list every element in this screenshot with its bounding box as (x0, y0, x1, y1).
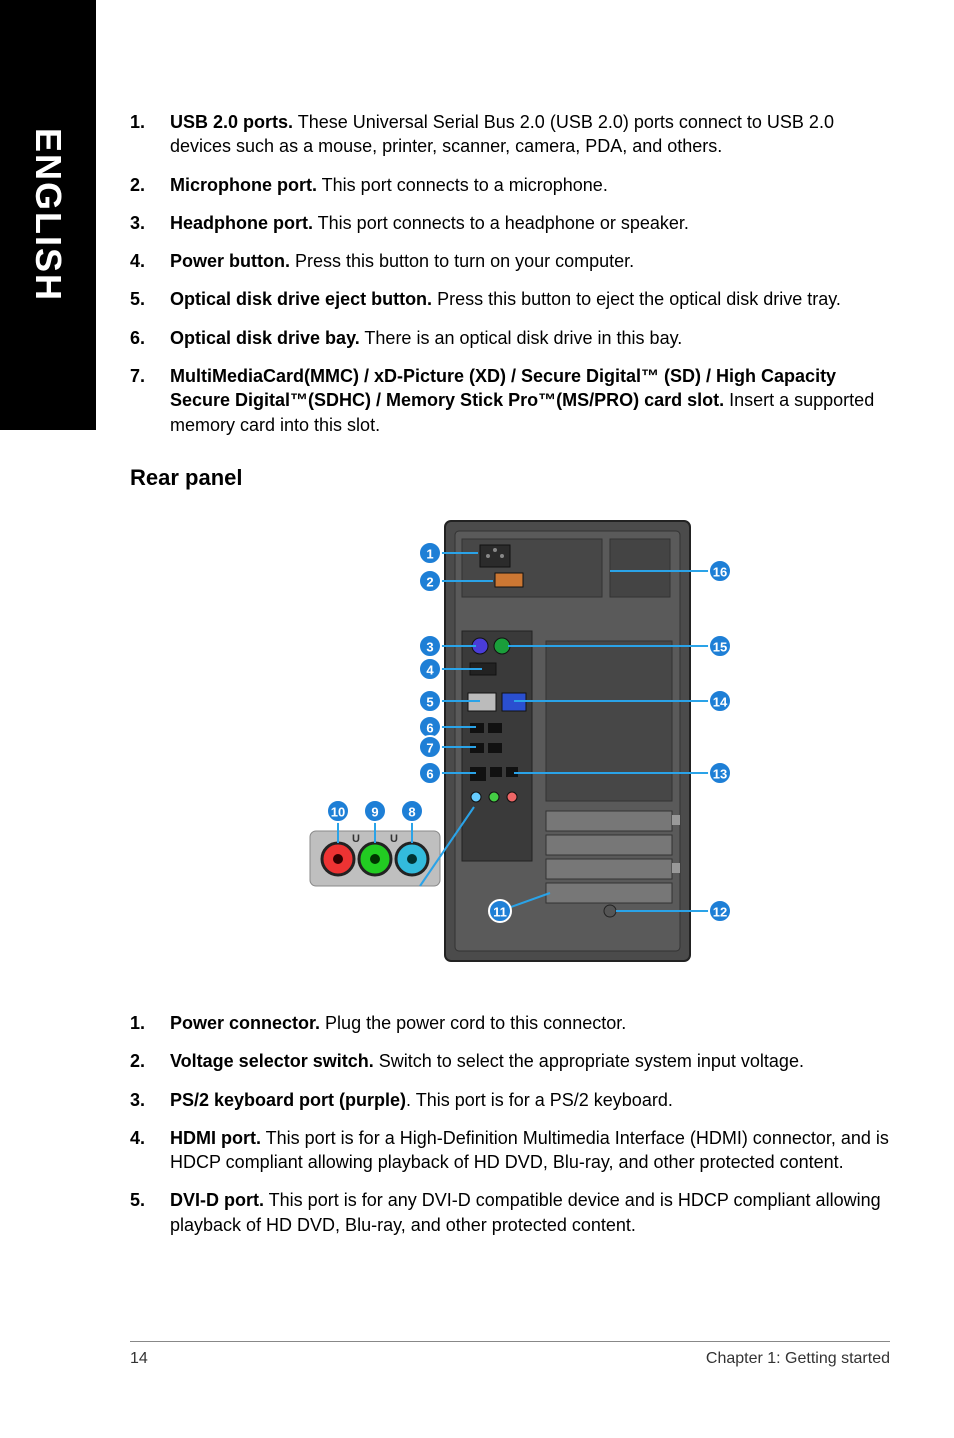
list-body: Optical disk drive eject button. Press t… (170, 287, 890, 311)
page-content: 1.USB 2.0 ports. These Universal Serial … (130, 110, 890, 1251)
list-term: Power connector. (170, 1013, 320, 1033)
front-panel-item: 2.Microphone port. This port connects to… (130, 173, 890, 197)
language-tab: ENGLISH (0, 0, 96, 430)
rear-panel-diagram: U U 12345676109811 1615141312 (250, 511, 770, 981)
front-panel-item: 7.MultiMediaCard(MMC) / xD-Picture (XD) … (130, 364, 890, 437)
list-description: Switch to select the appropriate system … (374, 1051, 804, 1071)
list-number: 2. (130, 1049, 170, 1073)
callout-14-right-2-label: 14 (713, 694, 728, 709)
list-term: Power button. (170, 251, 290, 271)
list-description: . This port is for a PS/2 keyboard. (406, 1090, 673, 1110)
rear-panel-item: 4.HDMI port. This port is for a High-Def… (130, 1126, 890, 1175)
list-body: Microphone port. This port connects to a… (170, 173, 890, 197)
list-term: USB 2.0 ports. (170, 112, 293, 132)
list-term: DVI-D port. (170, 1190, 264, 1210)
callout-12-right-4-label: 12 (713, 904, 727, 919)
list-body: Headphone port. This port connects to a … (170, 211, 890, 235)
list-body: MultiMediaCard(MMC) / xD-Picture (XD) / … (170, 364, 890, 437)
rear-panel-item: 5.DVI-D port. This port is for any DVI-D… (130, 1188, 890, 1237)
rear-panel-list: 1.Power connector. Plug the power cord t… (130, 1011, 890, 1237)
language-tab-text: ENGLISH (27, 128, 69, 302)
list-number: 3. (130, 211, 170, 235)
front-panel-item: 5.Optical disk drive eject button. Press… (130, 287, 890, 311)
front-panel-item: 4.Power button. Press this button to tur… (130, 249, 890, 273)
page-footer: 14 Chapter 1: Getting started (130, 1341, 890, 1368)
audio-label-2: U (390, 833, 398, 845)
list-description: This port is for any DVI-D compatible de… (170, 1190, 881, 1234)
front-panel-item: 1.USB 2.0 ports. These Universal Serial … (130, 110, 890, 159)
callout-7-left-6-label: 7 (426, 740, 433, 755)
list-body: Power button. Press this button to turn … (170, 249, 890, 273)
front-panel-list: 1.USB 2.0 ports. These Universal Serial … (130, 110, 890, 437)
list-term: HDMI port. (170, 1128, 261, 1148)
list-number: 1. (130, 110, 170, 159)
list-body: PS/2 keyboard port (purple). This port i… (170, 1088, 890, 1112)
callout-6-left-7-label: 6 (426, 766, 433, 781)
list-body: HDMI port. This port is for a High-Defin… (170, 1126, 890, 1175)
list-description: This port connects to a microphone. (317, 175, 608, 195)
list-description: There is an optical disk drive in this b… (360, 328, 683, 348)
callout-9-left-9-label: 9 (371, 804, 378, 819)
list-number: 5. (130, 287, 170, 311)
rear-panel-item: 3.PS/2 keyboard port (purple). This port… (130, 1088, 890, 1112)
list-term: Microphone port. (170, 175, 317, 195)
list-term: PS/2 keyboard port (purple) (170, 1090, 406, 1110)
list-body: Power connector. Plug the power cord to … (170, 1011, 890, 1035)
list-body: USB 2.0 ports. These Universal Serial Bu… (170, 110, 890, 159)
rear-panel-item: 1.Power connector. Plug the power cord t… (130, 1011, 890, 1035)
list-description: Plug the power cord to this connector. (320, 1013, 626, 1033)
list-number: 1. (130, 1011, 170, 1035)
callout-1-left-0-label: 1 (426, 546, 433, 561)
callout-15-right-1-label: 15 (713, 639, 727, 654)
list-body: DVI-D port. This port is for any DVI-D c… (170, 1188, 890, 1237)
list-term: Headphone port. (170, 213, 313, 233)
list-number: 7. (130, 364, 170, 437)
audio-label-1: U (352, 833, 360, 845)
callout-13-right-3-label: 13 (713, 766, 727, 781)
callout-16-right-0-label: 16 (713, 564, 727, 579)
list-description: Press this button to eject the optical d… (432, 289, 841, 309)
list-number: 4. (130, 1126, 170, 1175)
list-term: Optical disk drive eject button. (170, 289, 432, 309)
chapter-label: Chapter 1: Getting started (706, 1350, 890, 1368)
list-number: 4. (130, 249, 170, 273)
list-number: 3. (130, 1088, 170, 1112)
callout-8-left-10-label: 8 (408, 804, 415, 819)
callout-6-left-5-label: 6 (426, 720, 433, 735)
list-description: This port is for a High-Definition Multi… (170, 1128, 889, 1172)
callout-10-left-8-label: 10 (331, 804, 345, 819)
callout-5-left-4-label: 5 (426, 694, 433, 709)
list-term: Voltage selector switch. (170, 1051, 374, 1071)
callout-4-left-3-label: 4 (426, 662, 434, 677)
rear-panel-figure: U U 12345676109811 1615141312 (130, 511, 890, 981)
rear-panel-item: 2.Voltage selector switch. Switch to sel… (130, 1049, 890, 1073)
list-number: 5. (130, 1188, 170, 1237)
list-number: 6. (130, 326, 170, 350)
callout-2-left-1-label: 2 (426, 574, 433, 589)
page-number: 14 (130, 1350, 148, 1368)
callout-3-left-2-label: 3 (426, 639, 433, 654)
list-description: This port connects to a headphone or spe… (313, 213, 689, 233)
list-body: Voltage selector switch. Switch to selec… (170, 1049, 890, 1073)
list-term: Optical disk drive bay. (170, 328, 360, 348)
list-description: Press this button to turn on your comput… (290, 251, 634, 271)
front-panel-item: 6.Optical disk drive bay. There is an op… (130, 326, 890, 350)
rear-panel-heading: Rear panel (130, 465, 890, 491)
callout-11-left-11-label: 11 (493, 904, 507, 919)
front-panel-item: 3.Headphone port. This port connects to … (130, 211, 890, 235)
list-body: Optical disk drive bay. There is an opti… (170, 326, 890, 350)
list-number: 2. (130, 173, 170, 197)
